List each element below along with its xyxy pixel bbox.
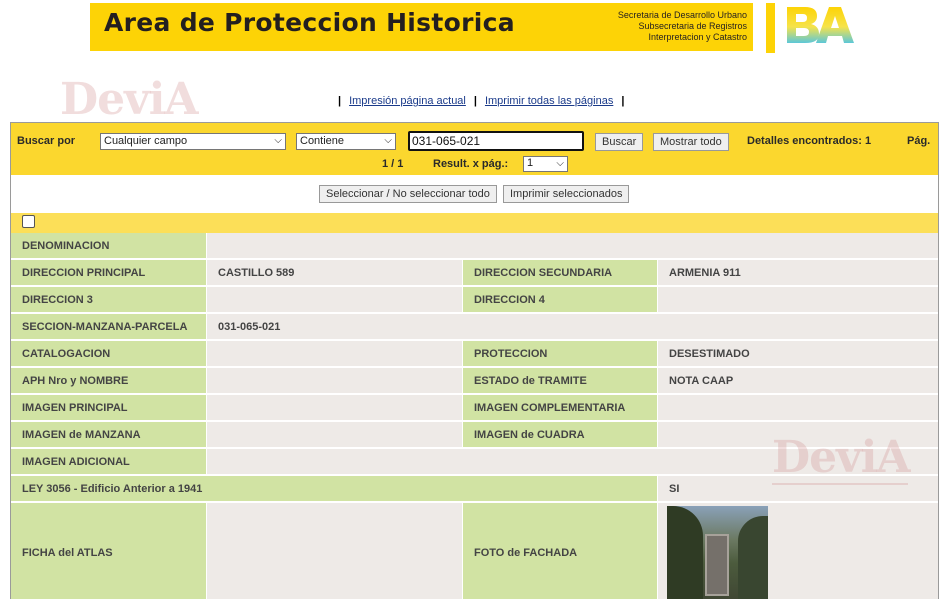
header-subtitle: Secretaria de Desarrollo Urbano Subsecre… [618,10,747,43]
direccion-4-value [658,287,938,312]
imagen-adicional-label: IMAGEN ADICIONAL [11,449,206,474]
results-per-page-select[interactable]: 1 ⌵ [523,156,568,172]
search-input[interactable] [408,131,584,151]
imagen-principal-label: IMAGEN PRINCIPAL [11,395,206,420]
imagen-manzana-value [207,422,462,447]
estado-tramite-value: NOTA CAAP [658,368,938,393]
ba-logo-icon: BA [787,7,854,43]
logo-divider [766,3,775,53]
results-found-label: Detalles encontrados: 1 [747,135,872,147]
page-title: Area de Proteccion Historica [104,8,515,37]
smp-value: 031-065-021 [207,314,938,339]
subtitle-line-3: Interpretacion y Catastro [648,32,747,42]
imagen-complementaria-label: IMAGEN COMPLEMENTARIA [463,395,657,420]
proteccion-label: PROTECCION [463,341,657,366]
denominacion-value [207,233,938,258]
print-selected-button[interactable]: Imprimir seleccionados [503,185,630,203]
catalogacion-value [207,341,462,366]
search-field-select[interactable]: Cualquier campo ⌵ [100,133,286,150]
aph-label: APH Nro y NOMBRE [11,368,206,393]
subtitle-line-1: Secretaria de Desarrollo Urbano [617,10,747,20]
search-operator-select[interactable]: Contiene ⌵ [296,133,396,150]
catalogacion-label: CATALOGACION [11,341,206,366]
header-banner: Area de Proteccion Historica Secretaria … [90,3,753,51]
direccion-3-value [207,287,462,312]
subtitle-line-2: Subsecretaria de Registros [638,21,747,31]
direccion-principal-value: CASTILLO 589 [207,260,462,285]
record-checkbox[interactable] [22,215,35,228]
search-bar: Buscar por Cualquier campo ⌵ Contiene ⌵ … [11,123,938,175]
direccion-principal-label: DIRECCION PRINCIPAL [11,260,206,285]
select-row [11,213,938,233]
proteccion-value: DESESTIMADO [658,341,938,366]
foto-fachada-label: FOTO de FACHADA [463,503,657,599]
ficha-atlas-label: FICHA del ATLAS [11,503,206,599]
denominacion-label: DENOMINACION [11,233,206,258]
chevron-down-icon: ⌵ [274,135,282,146]
results-per-page-label: Result. x pág.: [433,158,509,170]
watermark-top: DeviA [60,74,199,125]
chevron-down-icon: ⌵ [556,158,564,169]
watermark-underline-bottom [772,483,908,485]
direccion-secundaria-label: DIRECCION SECUNDARIA [463,260,657,285]
imagen-complementaria-value [658,395,938,420]
page-label: Pág. [907,135,931,147]
toggle-select-all-button[interactable]: Seleccionar / No seleccionar todo [319,185,497,203]
print-links: | Impresión página actual | Imprimir todas … [338,95,625,107]
selection-actions: Seleccionar / No seleccionar todo Imprim… [11,175,938,213]
direccion-4-label: DIRECCION 4 [463,287,657,312]
show-all-button[interactable]: Mostrar todo [653,133,729,151]
direccion-secundaria-value: ARMENIA 911 [658,260,938,285]
imagen-manzana-label: IMAGEN de MANZANA [11,422,206,447]
search-button[interactable]: Buscar [595,133,644,151]
imagen-principal-value [207,395,462,420]
imagen-cuadra-label: IMAGEN de CUADRA [463,422,657,447]
print-all-pages-link[interactable]: Imprimir todas las páginas [485,95,613,107]
direccion-3-label: DIRECCION 3 [11,287,206,312]
aph-value [207,368,462,393]
estado-tramite-label: ESTADO de TRAMITE [463,368,657,393]
ficha-atlas-value [207,503,462,599]
facade-photo[interactable] [667,506,768,599]
chevron-down-icon: ⌵ [384,135,392,146]
watermark-bottom: DeviA [772,432,911,483]
print-current-page-link[interactable]: Impresión página actual [349,95,466,107]
ley-3056-label: LEY 3056 - Edificio Anterior a 1941 [11,476,657,501]
page-indicator: 1 / 1 [382,158,404,170]
search-by-label: Buscar por [17,135,76,147]
smp-label: SECCION-MANZANA-PARCELA [11,314,206,339]
results-frame: Buscar por Cualquier campo ⌵ Contiene ⌵ … [10,122,939,599]
